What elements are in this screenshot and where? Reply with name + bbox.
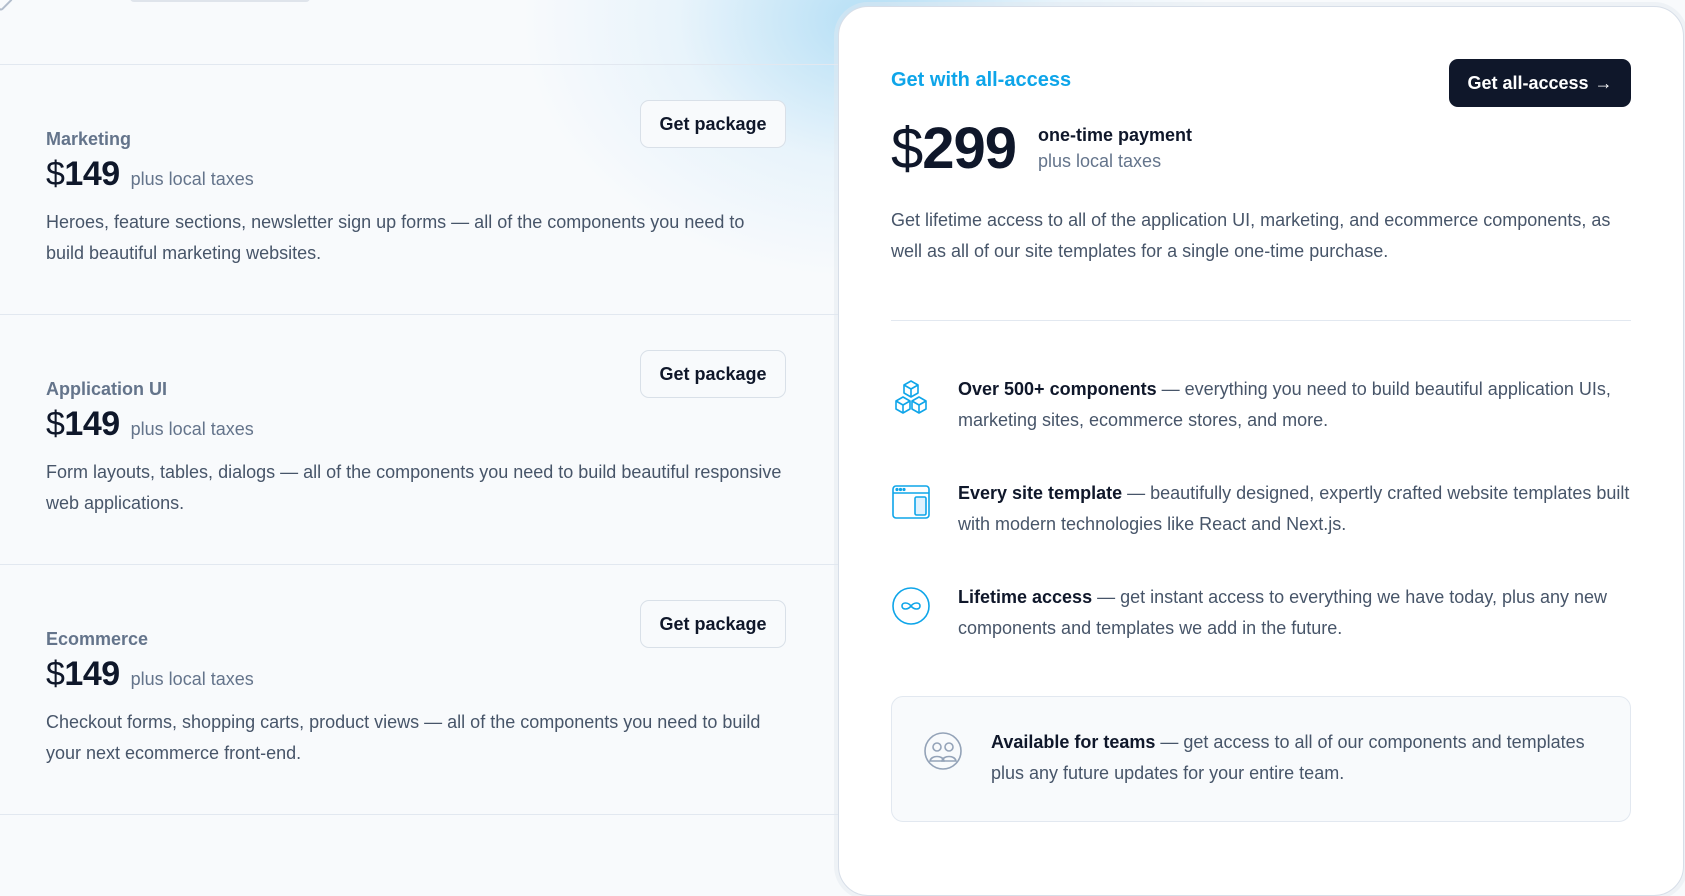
price-amount: $149 (46, 155, 120, 193)
tax-note: plus local taxes (130, 169, 254, 189)
cubes-icon (895, 380, 927, 414)
teams-text: Available for teams — get access to all … (991, 732, 1585, 783)
tax-note: plus local taxes (1038, 151, 1162, 171)
package-name: Application UI (46, 379, 167, 399)
all-access-price: $299 (891, 116, 1017, 181)
divider (0, 314, 838, 315)
package-marketing: Marketing $149 plus local taxes Get pack… (0, 99, 838, 349)
feature-lifetime: Lifetime access — get instant access to … (891, 582, 1631, 652)
package-description: Form layouts, tables, dialogs — all of t… (46, 462, 782, 513)
all-access-eyebrow: Get with all-access (891, 69, 1072, 91)
price-amount: $149 (46, 655, 120, 693)
top-clipped-text (130, 0, 310, 2)
team-icon (924, 732, 962, 770)
teams-callout: Available for teams — get access to all … (891, 696, 1631, 822)
price-amount: $149 (46, 405, 120, 443)
divider (0, 814, 838, 815)
feature-text: Over 500+ components — everything you ne… (958, 379, 1611, 430)
package-name: Ecommerce (46, 629, 149, 649)
package-description: Heroes, feature sections, newsletter sig… (46, 212, 745, 263)
package-price: $149 plus local taxes (46, 405, 254, 444)
divider (891, 320, 1631, 321)
cta-label: Get all-access (1467, 72, 1589, 93)
get-package-button[interactable]: Get package (640, 600, 786, 648)
package-application-ui: Application UI $149 plus local taxes Get… (0, 349, 838, 599)
feature-templates: Every site template — beautifully design… (891, 478, 1631, 548)
arrow-right-icon: → (1594, 72, 1613, 93)
package-price: $149 plus local taxes (46, 655, 254, 694)
all-access-description: Get lifetime access to all of the applic… (891, 210, 1611, 261)
package-price: $149 plus local taxes (46, 155, 254, 194)
package-name: Marketing (46, 129, 132, 149)
feature-text: Lifetime access — get instant access to … (958, 587, 1608, 638)
browser-window-icon (892, 485, 930, 519)
payment-label: one-time payment (1038, 125, 1193, 145)
divider (0, 64, 838, 65)
all-access-card: Get with all-access Get all-access → $29… (838, 6, 1684, 896)
package-ecommerce: Ecommerce $149 plus local taxes Get pack… (0, 599, 838, 849)
infinity-icon (892, 587, 930, 625)
get-all-access-button[interactable]: Get all-access → (1449, 59, 1631, 107)
divider (0, 564, 838, 565)
top-clipped-icon (0, 0, 14, 12)
feature-text: Every site template — beautifully design… (958, 483, 1630, 534)
get-package-button[interactable]: Get package (640, 350, 786, 398)
package-description: Checkout forms, shopping carts, product … (46, 712, 761, 763)
tax-note: plus local taxes (130, 669, 254, 689)
feature-components: Over 500+ components — everything you ne… (891, 374, 1631, 444)
tax-note: plus local taxes (130, 419, 254, 439)
get-package-button[interactable]: Get package (640, 100, 786, 148)
